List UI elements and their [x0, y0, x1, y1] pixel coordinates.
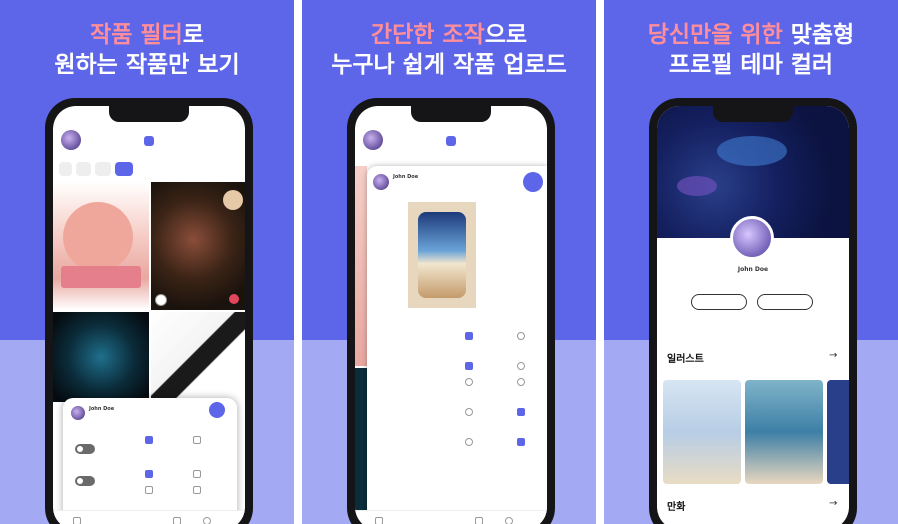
filter-toggle[interactable]: [75, 444, 95, 454]
headline-accent: 간단한 조작: [370, 22, 485, 48]
panel-headline: 간단한 조작으로 누구나 쉽게 작품 업로드: [302, 20, 596, 80]
avatar-icon[interactable]: [363, 130, 383, 150]
option-radio[interactable]: [465, 438, 473, 446]
filter-checkbox[interactable]: [145, 470, 153, 478]
headline-accent: 당신만을 위한: [647, 22, 783, 48]
option-checkbox[interactable]: [517, 408, 525, 416]
phone-notch: [713, 106, 793, 122]
option-radio[interactable]: [465, 408, 473, 416]
profile-action-button[interactable]: [691, 294, 747, 310]
avatar-icon: [71, 406, 85, 420]
bottom-nav: [53, 510, 245, 524]
bottom-nav: [355, 510, 547, 524]
promo-panel-profile: 당신만을 위한 맞춤형 프로필 테마 컬러 John Doe 일러스트 → 만화…: [604, 0, 898, 524]
phone-notch: [109, 106, 189, 122]
artwork-thumb[interactable]: [151, 182, 245, 310]
upload-preview[interactable]: [408, 202, 476, 308]
nav-icon[interactable]: [173, 517, 181, 524]
filter-tabs: [59, 162, 239, 176]
artwork-image: [418, 212, 466, 298]
artwork-card[interactable]: [827, 380, 849, 484]
section-illustrations-title: 일러스트: [667, 354, 704, 365]
uploader-name: John Doe: [393, 174, 419, 180]
filter-checkbox[interactable]: [193, 470, 201, 478]
artwork-shape: [61, 266, 141, 288]
send-icon[interactable]: [523, 172, 543, 192]
option-radio[interactable]: [517, 362, 525, 370]
arrow-right-icon[interactable]: →: [829, 498, 837, 509]
option-checkbox[interactable]: [517, 438, 525, 446]
cover-shape: [677, 176, 717, 196]
filter-toggle[interactable]: [75, 476, 95, 486]
phone-frame: John Doe: [45, 98, 253, 524]
artwork-card[interactable]: [745, 380, 823, 484]
phone-screen: John Doe 일러스트 → 만화 →: [657, 106, 849, 524]
artwork-thumb[interactable]: [53, 312, 149, 402]
filter-checkbox[interactable]: [193, 486, 201, 494]
tab-1[interactable]: [59, 162, 73, 176]
heart-icon[interactable]: [229, 294, 239, 304]
headline-line2: 원하는 작품만 보기: [54, 52, 240, 78]
avatar-icon: [155, 294, 167, 306]
phone-frame: John Doe 일러스트 → 만화 →: [649, 98, 857, 524]
phone-notch: [411, 106, 491, 122]
home-icon[interactable]: [73, 517, 81, 524]
plus-icon[interactable]: [203, 517, 211, 524]
nav-icon[interactable]: [475, 517, 483, 524]
promo-panel-filter: 작품 필터로 원하는 작품만 보기 John Doe: [0, 0, 294, 524]
artwork-moon: [223, 190, 243, 210]
arrow-right-icon[interactable]: →: [829, 350, 837, 361]
avatar-icon: [373, 174, 389, 190]
headline-rest: 으로: [484, 22, 528, 48]
phone-frame: John Doe: [347, 98, 555, 524]
tab-3[interactable]: [94, 162, 112, 176]
filter-checkbox[interactable]: [193, 436, 201, 444]
artwork-thumb[interactable]: [53, 182, 149, 310]
phone-screen: John Doe: [355, 106, 547, 524]
option-checkbox[interactable]: [465, 332, 473, 340]
headline-line2: 누구나 쉽게 작품 업로드: [331, 52, 567, 78]
plus-icon[interactable]: [505, 517, 513, 524]
headline-rest: 로: [182, 22, 204, 48]
tab-active[interactable]: [115, 162, 134, 176]
chat-icon[interactable]: [144, 136, 154, 146]
profile-avatar[interactable]: [730, 216, 774, 260]
artwork-shape: [63, 202, 133, 272]
cover-shape: [717, 136, 787, 166]
headline-accent: 작품 필터: [90, 22, 183, 48]
avatar-icon[interactable]: [61, 130, 81, 150]
background-artwork: [355, 166, 367, 366]
option-radio[interactable]: [517, 332, 525, 340]
option-radio[interactable]: [517, 378, 525, 386]
tab-2[interactable]: [76, 162, 91, 176]
background-artwork: [355, 368, 367, 524]
section-comics-title: 만화: [667, 502, 686, 513]
artwork-thumb[interactable]: [151, 312, 245, 402]
profile-action-button[interactable]: [757, 294, 813, 310]
panel-headline: 당신만을 위한 맞춤형 프로필 테마 컬러: [604, 20, 898, 80]
panel-headline: 작품 필터로 원하는 작품만 보기: [0, 20, 294, 80]
headline-line2: 프로필 테마 컬러: [668, 52, 834, 78]
artwork-card[interactable]: [663, 380, 741, 484]
home-icon[interactable]: [375, 517, 383, 524]
pen-icon[interactable]: [209, 402, 225, 418]
filter-panel: John Doe: [63, 398, 237, 524]
chat-icon[interactable]: [446, 136, 456, 146]
phone-screen: John Doe: [53, 106, 245, 524]
promo-panel-upload: 간단한 조작으로 누구나 쉽게 작품 업로드 John Doe: [302, 0, 596, 524]
option-radio[interactable]: [465, 378, 473, 386]
filter-checkbox[interactable]: [145, 486, 153, 494]
uploader-name: John Doe: [89, 406, 115, 412]
upload-sheet: John Doe: [367, 166, 547, 524]
filter-checkbox[interactable]: [145, 436, 153, 444]
option-checkbox[interactable]: [465, 362, 473, 370]
headline-rest: 맞춤형: [782, 22, 855, 48]
profile-name: John Doe: [737, 266, 769, 273]
